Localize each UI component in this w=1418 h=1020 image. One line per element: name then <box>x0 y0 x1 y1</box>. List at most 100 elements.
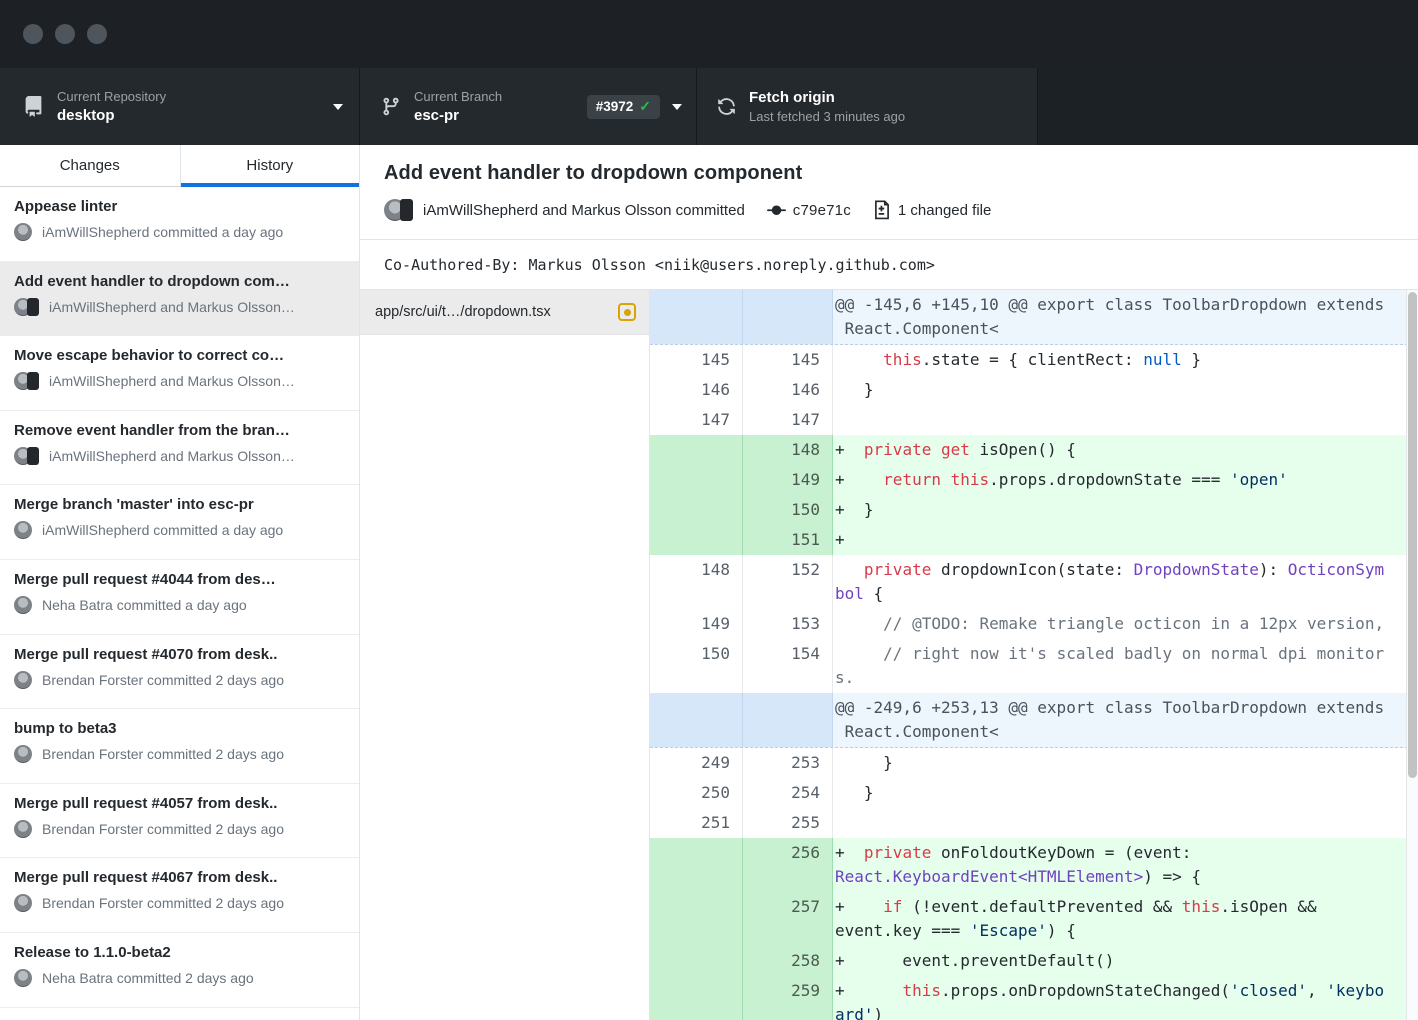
fetch-origin-button[interactable]: Fetch origin Last fetched 3 minutes ago <box>697 68 1038 145</box>
old-line-number: 148 <box>650 555 743 609</box>
new-line-number: 148 <box>743 435 833 465</box>
new-line-number: 255 <box>743 808 833 838</box>
commit-item[interactable]: Merge pull request #4067 from desk..Bren… <box>0 858 359 933</box>
diff-code-text: @@ -249,6 +253,13 @@ export class Toolba… <box>833 693 1418 747</box>
diff-code-text: // @TODO: Remake triangle octicon in a 1… <box>833 609 1418 639</box>
commit-item-byline: iAmWillShepherd and Markus Olsson… <box>14 371 345 391</box>
commit-item[interactable]: Add event handler to dropdown com…iAmWil… <box>0 262 359 337</box>
commit-item-title: Release to 1.1.0-beta2 <box>14 944 345 961</box>
old-line-number <box>650 693 743 747</box>
old-line-number: 150 <box>650 639 743 693</box>
old-line-number <box>650 465 743 495</box>
diff-added-line: 257+ if (!event.defaultPrevented && this… <box>650 892 1418 946</box>
current-repository-button[interactable]: Current Repository desktop <box>0 68 360 145</box>
commit-item[interactable]: Move escape behavior to correct co… iAmWi… <box>0 336 359 411</box>
diff-hunk-header: @@ -145,6 +145,10 @@ export class Toolba… <box>650 290 1418 345</box>
commit-item-byline: Brendan Forster committed 2 days ago <box>14 744 345 764</box>
commit-detail-panel: Add event handler to dropdown component … <box>360 145 1418 1020</box>
diff-code-text: } <box>833 778 1418 808</box>
diff-code-text: @@ -145,6 +145,10 @@ export class Toolba… <box>833 290 1418 344</box>
minimize-button[interactable] <box>55 24 75 44</box>
commit-item[interactable]: Merge branch 'master' into esc-priAmWill… <box>0 485 359 560</box>
chevron-down-icon <box>672 104 682 110</box>
changed-files-count: 1 changed file <box>898 202 991 219</box>
commit-item[interactable]: bump to beta3Brendan Forster committed 2… <box>0 709 359 784</box>
commit-item-title: Remove event handler from the bran… <box>14 422 345 439</box>
commit-item-byline-text: iAmWillShepherd and Markus Olsson… <box>49 299 295 315</box>
new-line-number: 149 <box>743 465 833 495</box>
old-line-number: 249 <box>650 748 743 778</box>
file-row[interactable]: app/src/ui/t…/dropdown.tsx <box>360 290 649 335</box>
commit-item-byline: iAmWillShepherd committed a day ago <box>14 222 345 242</box>
new-line-number: 147 <box>743 405 833 435</box>
current-branch-button[interactable]: Current Branch esc-pr #3972 ✓ <box>360 68 697 145</box>
commit-item-byline: Brendan Forster committed 2 days ago <box>14 819 345 839</box>
diff-code-text <box>833 405 1418 435</box>
new-line-number: 153 <box>743 609 833 639</box>
window-titlebar <box>0 0 1418 68</box>
commit-item-title: Appease linter <box>14 198 345 215</box>
commit-item-byline-text: iAmWillShepherd committed a day ago <box>42 522 283 538</box>
commit-item[interactable]: Merge pull request #4039 from des… <box>0 1008 359 1020</box>
commit-item[interactable]: Merge pull request #4057 from desk.. Bren… <box>0 784 359 859</box>
avatar <box>14 968 34 988</box>
commit-item[interactable]: Remove event handler from the bran… iAmWi… <box>0 411 359 486</box>
commit-item-byline: Neha Batra committed a day ago <box>14 595 345 615</box>
commit-avatars <box>384 198 414 222</box>
tab-history[interactable]: History <box>180 145 360 186</box>
old-line-number: 251 <box>650 808 743 838</box>
diff-added-line: 259+ this.props.onDropdownStateChanged('… <box>650 976 1418 1020</box>
diff-view: @@ -145,6 +145,10 @@ export class Toolba… <box>650 290 1418 1020</box>
old-line-number: 149 <box>650 609 743 639</box>
diff-code-text: + if (!event.defaultPrevented && this.is… <box>833 892 1418 946</box>
old-line-number: 145 <box>650 345 743 375</box>
diff-code-text: + private onFoldoutKeyDown = (event: Rea… <box>833 838 1418 892</box>
branch-name: esc-pr <box>414 107 577 124</box>
fetch-subtitle: Last fetched 3 minutes ago <box>749 109 1023 124</box>
commit-sha: c79e71c <box>793 202 851 219</box>
new-line-number: 146 <box>743 375 833 405</box>
diff-code-text: + return this.props.dropdownState === 'o… <box>833 465 1418 495</box>
avatar <box>14 595 34 615</box>
new-line-number <box>743 290 833 344</box>
maximize-button[interactable] <box>87 24 107 44</box>
diff-code-text: + private get isOpen() { <box>833 435 1418 465</box>
diff-context-line: 249253 } <box>650 748 1418 778</box>
new-line-number <box>743 693 833 747</box>
new-line-number: 150 <box>743 495 833 525</box>
tab-changes[interactable]: Changes <box>0 145 180 186</box>
commit-item-byline-text: iAmWillShepherd and Markus Olsson… <box>49 373 295 389</box>
close-button[interactable] <box>23 24 43 44</box>
old-line-number <box>650 946 743 976</box>
diff-code-text: private dropdownIcon(state: DropdownStat… <box>833 555 1418 609</box>
diff-code-text: } <box>833 375 1418 405</box>
commit-item[interactable]: Merge pull request #4044 from des… Neha B… <box>0 560 359 635</box>
diff-context-line: 251255 <box>650 808 1418 838</box>
scrollbar-track[interactable] <box>1406 290 1418 1020</box>
commit-item-byline: iAmWillShepherd committed a day ago <box>14 520 345 540</box>
commit-item-title: Move escape behavior to correct co… <box>14 347 345 364</box>
diff-added-line: 258+ event.preventDefault() <box>650 946 1418 976</box>
commit-item[interactable]: Appease linter iAmWillShepherd committed … <box>0 187 359 262</box>
commit-item-byline-text: Neha Batra committed a day ago <box>42 597 247 613</box>
repository-name: desktop <box>57 107 323 124</box>
commit-item-byline: Brendan Forster committed 2 days ago <box>14 893 345 913</box>
commit-item-byline-text: Brendan Forster committed 2 days ago <box>42 672 284 688</box>
commit-item-title: Merge pull request #4044 from des… <box>14 571 345 588</box>
avatar <box>14 297 41 317</box>
commit-item-byline: iAmWillShepherd and Markus Olsson… <box>14 446 345 466</box>
file-path: app/src/ui/t…/dropdown.tsx <box>375 304 610 320</box>
new-line-number: 259 <box>743 976 833 1020</box>
commit-item-title: Merge pull request #4057 from desk.. <box>14 795 345 812</box>
diff-added-line: 151+ <box>650 525 1418 555</box>
commit-item[interactable]: Release to 1.1.0-beta2 Neha Batra committ… <box>0 933 359 1008</box>
old-line-number <box>650 976 743 1020</box>
avatar <box>14 446 41 466</box>
diff-code-text <box>833 808 1418 838</box>
commit-item-byline: Neha Batra committed 2 days ago <box>14 968 345 988</box>
diff-hunk-header: @@ -249,6 +253,13 @@ export class Toolba… <box>650 693 1418 748</box>
commit-item-byline-text: Brendan Forster committed 2 days ago <box>42 895 284 911</box>
old-line-number <box>650 435 743 465</box>
commit-item[interactable]: Merge pull request #4070 from desk..Bren… <box>0 635 359 710</box>
scrollbar-thumb[interactable] <box>1408 292 1417 778</box>
